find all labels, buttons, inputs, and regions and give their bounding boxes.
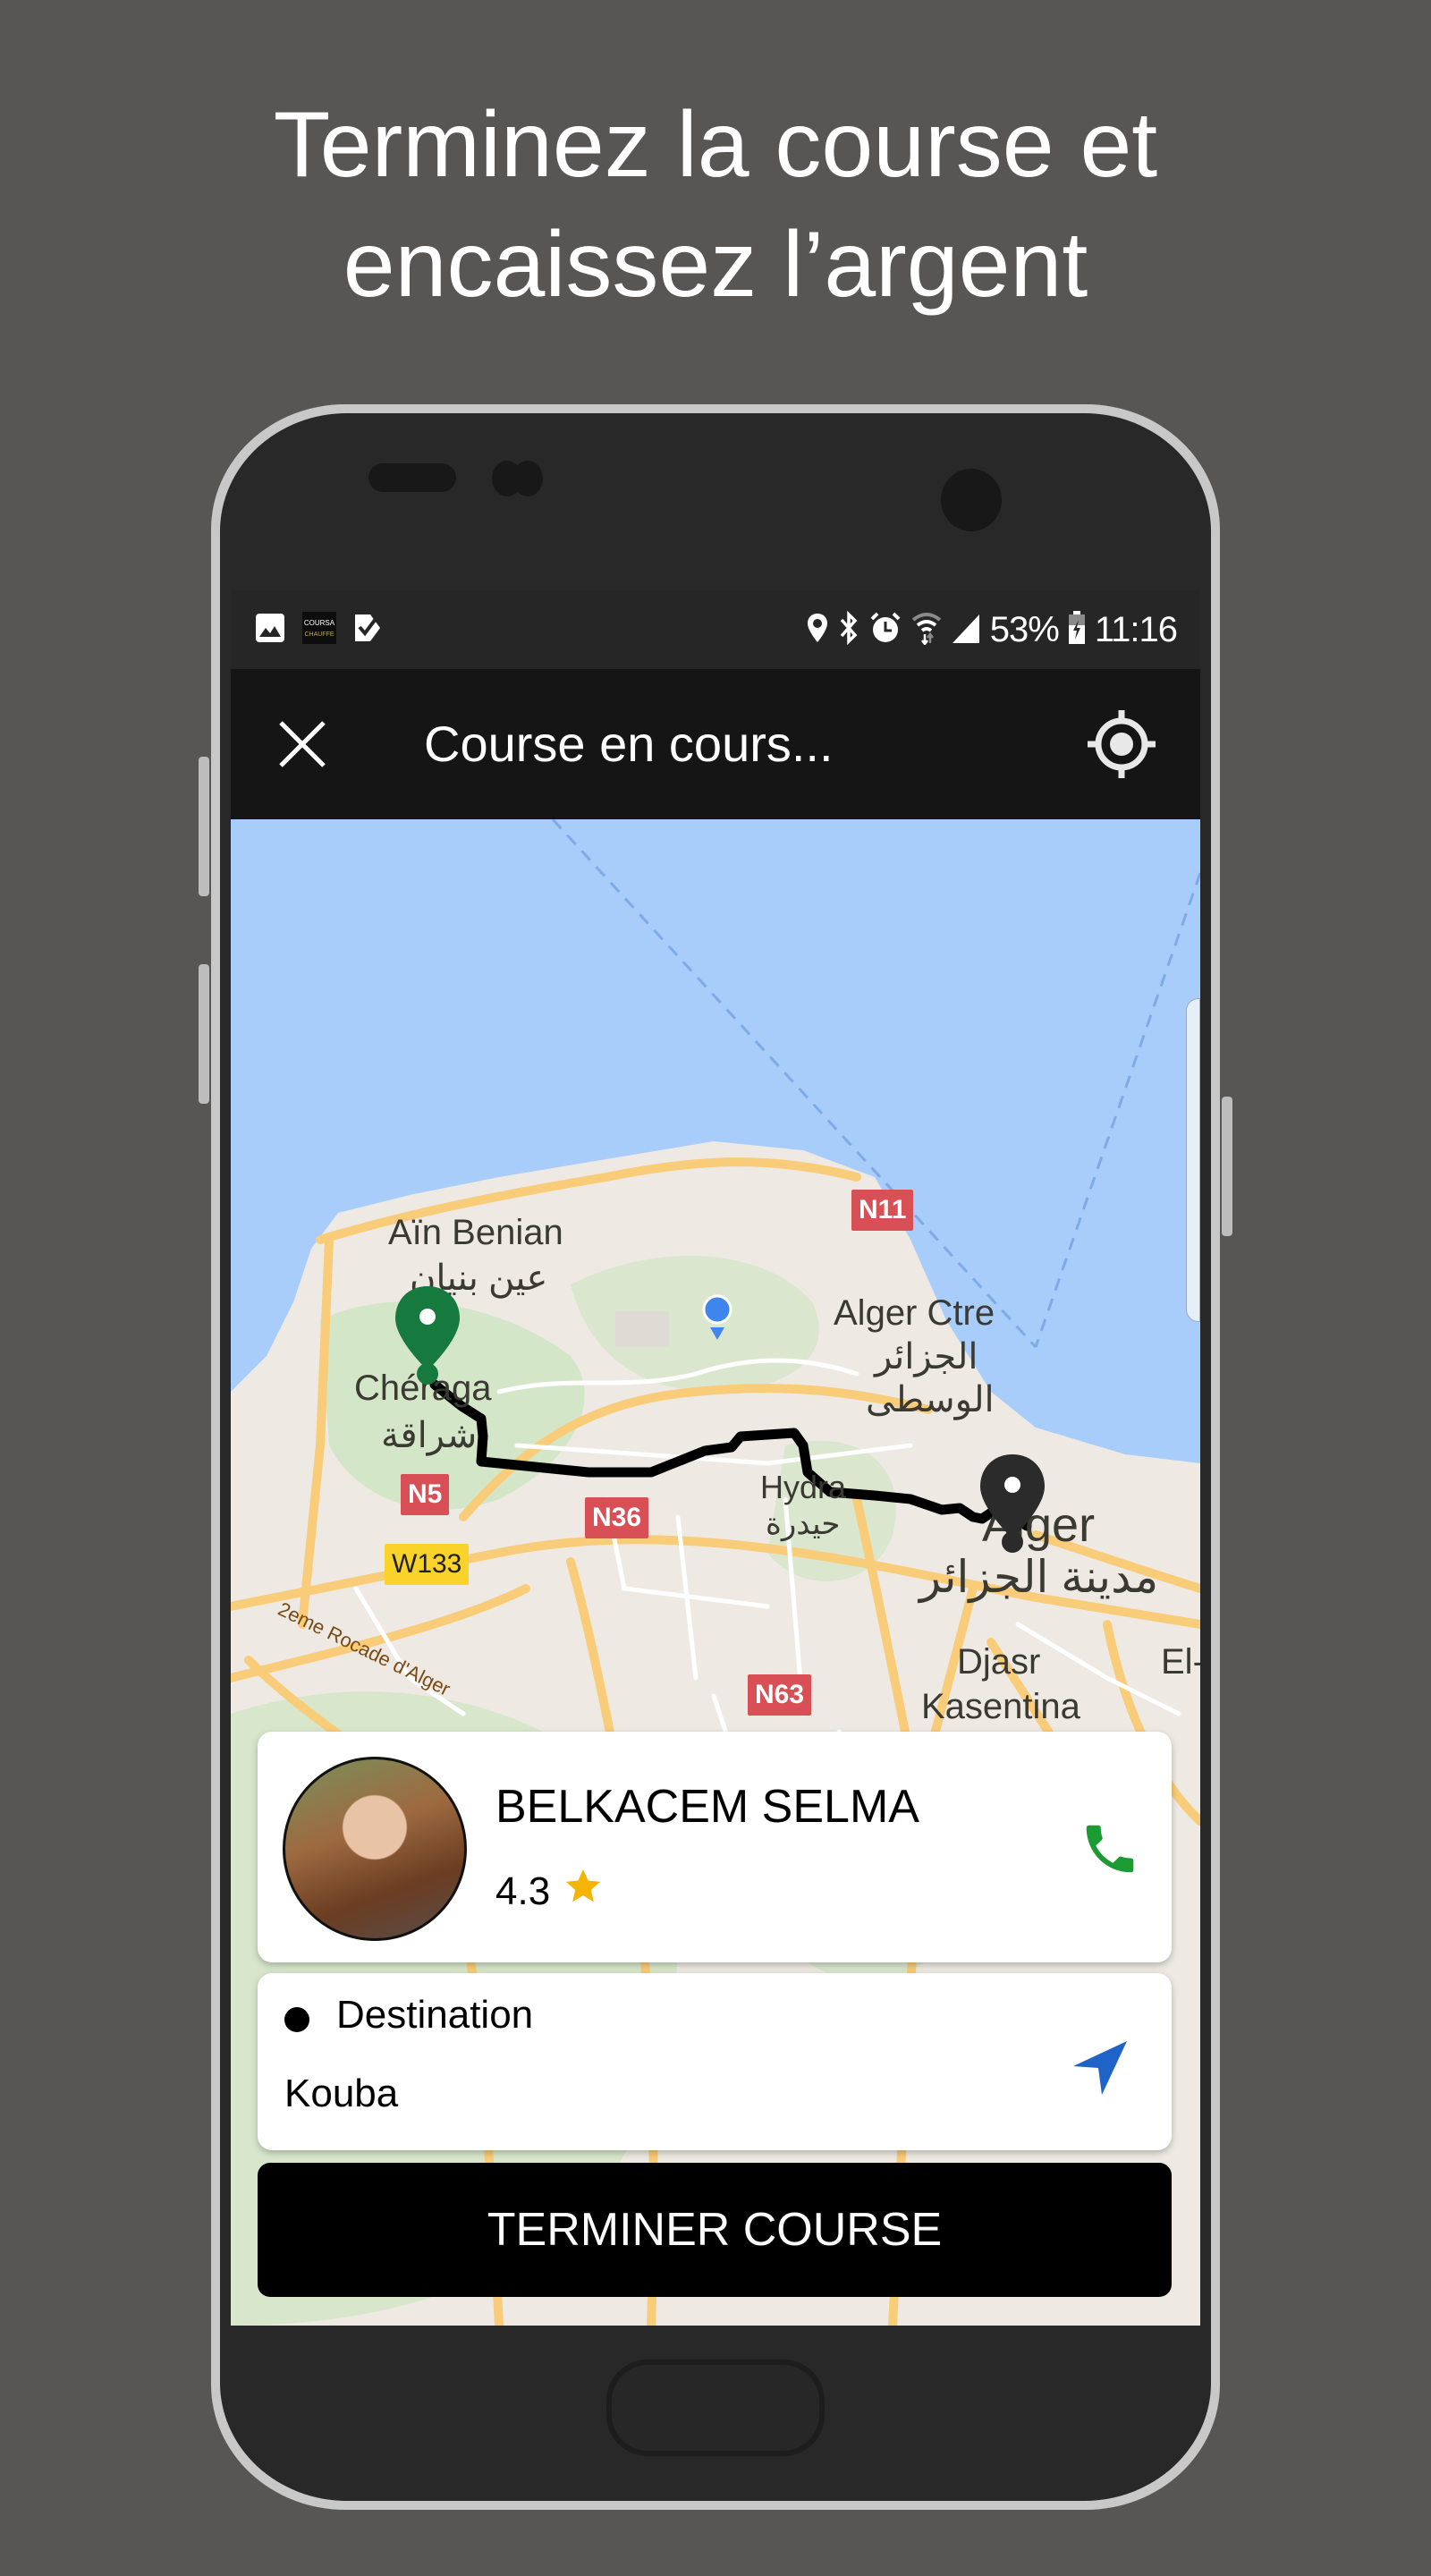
destination-dot-icon [284, 2007, 309, 2032]
map-label-kasentina: Kasentina [921, 1687, 1080, 1726]
destination-value: Kouba [284, 2072, 399, 2115]
destination-label: Destination [336, 1993, 534, 2037]
map-label-alger-ctre-ar1: الجزائر [875, 1337, 978, 1377]
svg-text:COURSA: COURSA [304, 619, 335, 627]
headline-line-2: encaissez l’argent [343, 213, 1088, 317]
battery-percent: 53% [989, 609, 1060, 649]
navigation-arrow-icon[interactable] [1071, 2039, 1129, 2101]
front-camera [941, 469, 1002, 531]
rating-value: 4.3 [495, 1868, 551, 1913]
map-label-alger-ctre-ar2: الوسطى [866, 1380, 995, 1419]
route-badge-w133: W133 [385, 1544, 470, 1585]
my-location-icon[interactable] [1086, 708, 1157, 784]
close-icon[interactable] [277, 719, 327, 774]
promo-headline: Terminez la course et encaissez l’argent [0, 85, 1431, 325]
signal-icon [951, 611, 981, 649]
route-badge-n11: N11 [851, 1190, 914, 1231]
front-sensor-2 [512, 461, 543, 496]
bluetooth-icon [838, 610, 859, 649]
wifi-icon [911, 611, 942, 649]
page-title: Course en cours... [424, 716, 834, 772]
passenger-avatar [283, 1757, 467, 1941]
svg-text:CHAUFFE: CHAUFFE [304, 631, 334, 638]
image-icon [254, 612, 286, 648]
coursa-app-icon: COURSA CHAUFFE [302, 611, 336, 648]
headline-line-1: Terminez la course et [273, 93, 1158, 197]
call-icon[interactable] [1079, 1818, 1141, 1885]
map-label-alger-ctre: Alger Ctre [834, 1293, 995, 1333]
phone-volume-down-button [199, 964, 209, 1104]
alarm-icon [868, 611, 902, 649]
passenger-rating: 4.3 [495, 1866, 604, 1917]
home-button[interactable] [606, 2360, 825, 2456]
map-label-el: El- [1161, 1642, 1200, 1682]
passenger-card: BELKACEM SELMA 4.3 [258, 1732, 1172, 1962]
app-toolbar: Course en cours... [231, 669, 1200, 819]
task-check-icon [352, 612, 383, 648]
battery-icon [1068, 610, 1086, 649]
clock: 11:16 [1094, 609, 1178, 649]
route-badge-n5: N5 [401, 1474, 450, 1515]
finish-trip-button[interactable]: TERMINER COURSE [258, 2163, 1172, 2297]
route-badge-n63: N63 [748, 1674, 812, 1716]
map-label-ain-benian: Aïn Benian [388, 1213, 563, 1252]
earpiece-speaker [368, 463, 456, 492]
status-bar: COURSA CHAUFFE 53% 11:16 [231, 590, 1200, 669]
passenger-name: BELKACEM SELMA [495, 1781, 919, 1833]
star-icon [563, 1866, 604, 1917]
destination-card[interactable]: Destination Kouba [258, 1973, 1172, 2150]
map-label-cheraga-ar: شراقة [381, 1416, 478, 1455]
phone-power-button [1222, 1097, 1232, 1236]
map-label-djasr: Djasr [957, 1642, 1041, 1682]
location-icon [806, 612, 829, 648]
phone-screen: COURSA CHAUFFE 53% 11:16 Course en cours… [231, 590, 1200, 2326]
map-label-hydra: Hydra [760, 1469, 847, 1505]
map-side-handle[interactable] [1186, 998, 1200, 1322]
route-badge-n36: N36 [585, 1497, 649, 1538]
phone-volume-up-button [199, 757, 209, 896]
map-label-hydra-ar: حيدرة [766, 1507, 841, 1541]
